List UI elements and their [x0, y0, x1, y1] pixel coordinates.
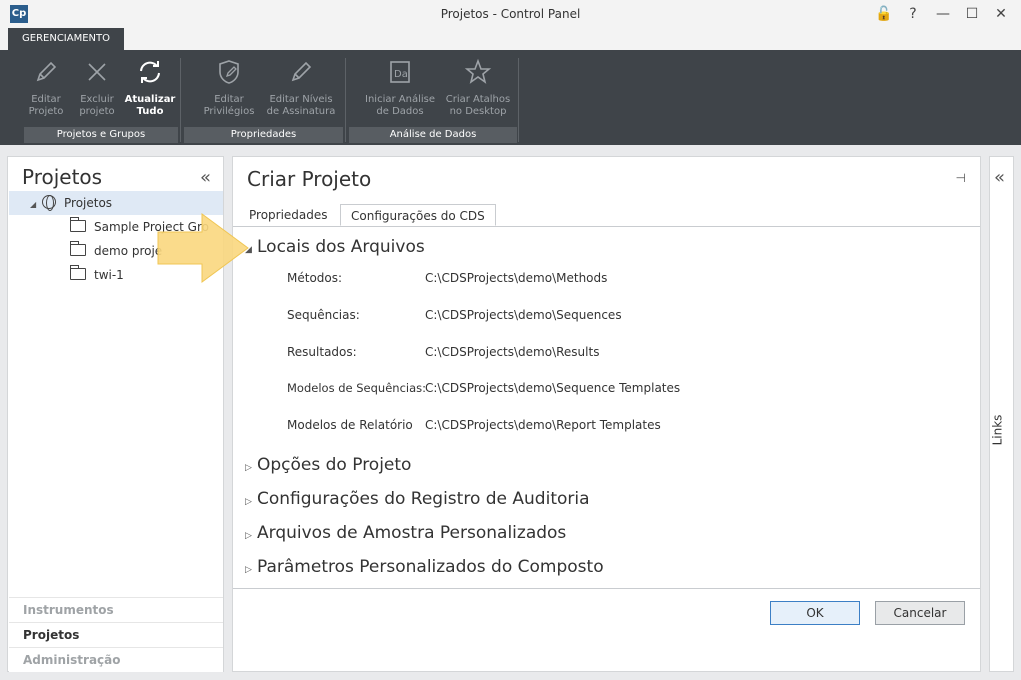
create-project-panel: Criar Projeto ⊣ Propriedades Configuraçõ… — [232, 156, 981, 672]
links-panel[interactable]: « Links — [989, 156, 1014, 672]
window-title: Projetos - Control Panel — [440, 7, 581, 21]
iniciar-analise-button[interactable]: Da Iniciar Análise de Dados — [363, 58, 437, 124]
pin-icon[interactable]: ⊣ — [956, 171, 966, 185]
folder-icon — [70, 217, 86, 232]
criar-atalhos-button[interactable]: Criar Atalhos no Desktop — [441, 58, 515, 124]
group-separator — [180, 58, 181, 142]
footer-divider — [233, 588, 980, 589]
tree-item-root[interactable]: ◢ Projetos — [30, 192, 112, 214]
criar-atalhos-label: Criar Atalhos no Desktop — [445, 94, 511, 117]
editar-privilegios-label: Editar Privilégios — [203, 94, 255, 117]
help-button[interactable]: ? — [902, 4, 924, 24]
group-separator — [518, 58, 519, 142]
section-label: Arquivos de Amostra Personalizados — [257, 523, 567, 543]
highlight-arrow-icon — [157, 213, 249, 283]
ribbon-tab-strip: GERENCIAMENTO — [0, 28, 1021, 50]
expand-triangle-icon[interactable]: ◢ — [30, 194, 42, 216]
field-label: Modelos de Sequências: — [287, 381, 426, 395]
nav-administracao[interactable]: Administração — [9, 647, 223, 672]
group-analise-dados: Análise de Dados — [349, 127, 517, 143]
data-analysis-icon: Da — [363, 58, 437, 88]
tab-propriedades[interactable]: Propriedades — [239, 204, 338, 226]
refresh-icon — [119, 58, 181, 88]
group-projetos-grupos: Projetos e Grupos — [24, 127, 178, 143]
section-arquivos-amostra[interactable]: ▷ Arquivos de Amostra Personalizados — [245, 523, 566, 543]
tab-configuracoes-cds[interactable]: Configurações do CDS — [340, 204, 496, 226]
expand-triangle-icon: ▷ — [245, 497, 252, 507]
close-button[interactable]: ✕ — [990, 4, 1012, 24]
panel-title: Projetos — [22, 165, 103, 189]
field-label: Métodos: — [287, 271, 343, 285]
section-parametros-composto[interactable]: ▷ Parâmetros Personalizados do Composto — [245, 557, 604, 577]
group-propriedades: Propriedades — [184, 127, 343, 143]
tree-item-label: twi-1 — [94, 268, 124, 282]
page-title: Criar Projeto — [247, 167, 372, 191]
field-value: C:\CDSProjects\demo\Methods — [425, 271, 608, 285]
title-bar: Cp Projetos - Control Panel 🔓 ? — ☐ ✕ — [0, 0, 1021, 28]
field-label: Sequências: — [287, 308, 360, 322]
iniciar-analise-label: Iniciar Análise de Dados — [365, 94, 435, 117]
group-separator — [345, 58, 346, 142]
cancel-button[interactable]: Cancelar — [875, 601, 965, 625]
nav-projetos[interactable]: Projetos — [9, 622, 223, 647]
section-label: Parâmetros Personalizados do Composto — [257, 557, 604, 577]
shield-pencil-icon — [198, 58, 260, 88]
tree-item-label: Projetos — [64, 196, 113, 210]
field-label: Modelos de Relatório — [287, 418, 413, 432]
excluir-projeto-label: Excluir projeto — [79, 94, 115, 117]
editar-projeto-label: Editar Projeto — [28, 94, 64, 117]
tree-item[interactable]: twi-1 — [70, 264, 124, 286]
globe-icon — [42, 195, 56, 211]
atualizar-tudo-label: Atualizar Tudo — [124, 94, 176, 117]
field-value: C:\CDSProjects\demo\Report Templates — [425, 418, 661, 432]
maximize-button[interactable]: ☐ — [961, 4, 983, 24]
tree-item[interactable]: demo proje — [70, 240, 162, 262]
section-registro-auditoria[interactable]: ▷ Configurações do Registro de Auditoria — [245, 489, 590, 509]
expand-triangle-icon: ▷ — [245, 565, 252, 575]
collapse-panel-icon[interactable]: « — [200, 167, 211, 188]
field-value: C:\CDSProjects\demo\Results — [425, 345, 600, 359]
svg-text:Da: Da — [394, 69, 408, 80]
section-label: Configurações do Registro de Auditoria — [257, 489, 590, 509]
section-locais-arquivos[interactable]: ◢ Locais dos Arquivos — [245, 237, 425, 257]
nav-instrumentos[interactable]: Instrumentos — [9, 597, 223, 622]
tab-divider — [233, 226, 980, 227]
editar-niveis-label: Editar Níveis de Assinatura — [266, 94, 336, 117]
expand-triangle-icon: ▷ — [245, 463, 252, 473]
field-value: C:\CDSProjects\demo\Sequence Templates — [425, 381, 681, 395]
pencil-icon — [264, 58, 338, 88]
tab-gerenciamento[interactable]: GERENCIAMENTO — [8, 28, 124, 50]
field-value: C:\CDSProjects\demo\Sequences — [425, 308, 622, 322]
folder-icon — [70, 241, 86, 256]
tree-item-label: demo proje — [94, 244, 163, 258]
links-label: Links — [990, 414, 1005, 446]
lock-icon[interactable]: 🔓 — [873, 4, 895, 24]
star-icon — [441, 58, 515, 88]
atualizar-tudo-button[interactable]: Atualizar Tudo — [119, 58, 181, 124]
ok-button[interactable]: OK — [770, 601, 860, 625]
expand-triangle-icon: ▷ — [245, 531, 252, 541]
editar-niveis-button[interactable]: Editar Níveis de Assinatura — [264, 58, 338, 124]
folder-icon — [70, 265, 86, 280]
section-opcoes-projeto[interactable]: ▷ Opções do Projeto — [245, 455, 411, 475]
editar-privilegios-button[interactable]: Editar Privilégios — [198, 58, 260, 124]
section-label: Opções do Projeto — [257, 455, 412, 475]
section-label: Locais dos Arquivos — [257, 237, 425, 257]
minimize-button[interactable]: — — [932, 4, 954, 24]
expand-links-icon[interactable]: « — [994, 167, 1005, 188]
field-label: Resultados: — [287, 345, 357, 359]
